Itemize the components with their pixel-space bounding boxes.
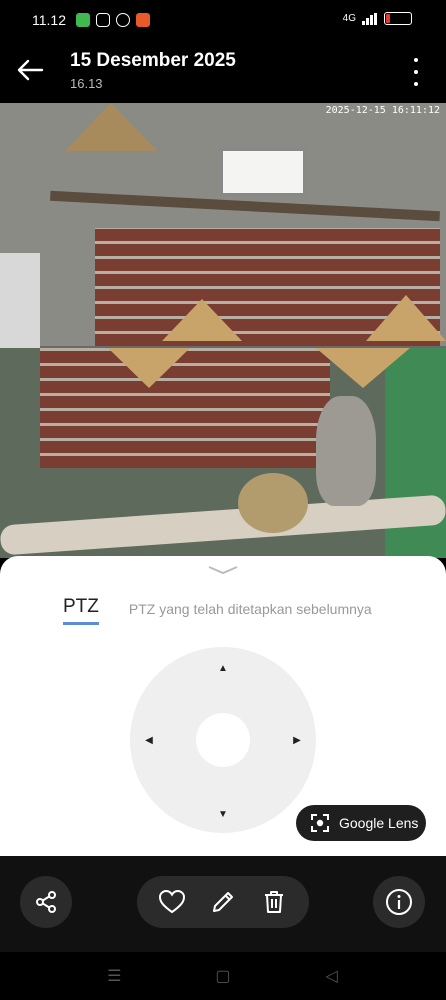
- photo-date-title: 15 Desember 2025: [70, 49, 236, 71]
- more-dot-icon: [414, 82, 418, 86]
- google-lens-label: Google Lens: [339, 815, 419, 831]
- share-button[interactable]: [20, 876, 72, 928]
- more-dot-icon: [414, 70, 418, 74]
- cctv-photo[interactable]: 2025-12-15 16:11:12: [0, 103, 446, 558]
- sheet-handle-chevron-icon[interactable]: [205, 562, 241, 575]
- more-dot-icon: [414, 58, 418, 62]
- edit-icon: [212, 892, 233, 912]
- back-triangle-icon[interactable]: ◁: [317, 966, 347, 986]
- ptz-tabs: PTZ PTZ yang telah ditetapkan sebelumnya: [63, 596, 372, 625]
- camera-view-bottom: [0, 348, 446, 558]
- signal-icon: [362, 12, 377, 25]
- lens-scan-icon: [311, 814, 329, 832]
- pan-down-arrow-icon[interactable]: ▼: [213, 804, 233, 824]
- home-square-icon[interactable]: ▢: [208, 966, 238, 986]
- status-time: 11.12: [32, 12, 66, 28]
- sync-icon: [116, 13, 130, 27]
- system-navigation-bar: ☰ ▢ ◁: [0, 952, 446, 1000]
- network-type-text: 4G: [342, 13, 356, 24]
- photo-time-subtitle: 16.13: [70, 75, 103, 91]
- tab-ptz-preset[interactable]: PTZ yang telah ditetapkan sebelumnya: [129, 601, 372, 625]
- back-button[interactable]: [0, 40, 60, 100]
- gallery-action-bar: [0, 856, 446, 952]
- camera-timestamp: 2025-12-15 16:11:12: [325, 105, 440, 116]
- ptz-direction-pad[interactable]: ▲ ▼ ◀ ▶: [130, 647, 316, 833]
- google-lens-button[interactable]: Google Lens: [296, 805, 426, 841]
- battery-icon: [384, 12, 412, 25]
- pan-up-arrow-icon[interactable]: ▲: [213, 658, 233, 678]
- delete-icon: [264, 891, 283, 913]
- favorite-button[interactable]: [155, 885, 189, 919]
- share-icon: [36, 891, 56, 913]
- edit-button[interactable]: [206, 885, 240, 919]
- ptz-bottom-sheet: PTZ PTZ yang telah ditetapkan sebelumnya…: [0, 556, 446, 856]
- more-options-button[interactable]: [406, 58, 426, 86]
- back-arrow-icon: [17, 59, 44, 81]
- app-notification-icon: [136, 13, 150, 27]
- delete-button[interactable]: [257, 885, 291, 919]
- title-block: 15 Desember 2025 16.13: [70, 50, 236, 91]
- edit-actions-group: [137, 876, 309, 928]
- camera-view-top: [0, 103, 446, 348]
- info-button[interactable]: [373, 876, 425, 928]
- status-bar: 11.12 4G: [0, 0, 446, 40]
- instagram-icon: [96, 13, 110, 27]
- pan-right-arrow-icon[interactable]: ▶: [287, 730, 307, 750]
- pan-left-arrow-icon[interactable]: ◀: [139, 730, 159, 750]
- viewer-header: 15 Desember 2025 16.13: [0, 40, 446, 100]
- notification-icons: [76, 13, 150, 27]
- favorite-icon: [159, 889, 186, 914]
- info-icon: [386, 889, 412, 915]
- recents-menu-icon[interactable]: ☰: [99, 966, 129, 986]
- chat-notification-icon: [76, 13, 90, 27]
- tab-ptz[interactable]: PTZ: [63, 596, 99, 625]
- system-status: 4G: [343, 12, 412, 25]
- ptz-center-button[interactable]: [196, 713, 250, 767]
